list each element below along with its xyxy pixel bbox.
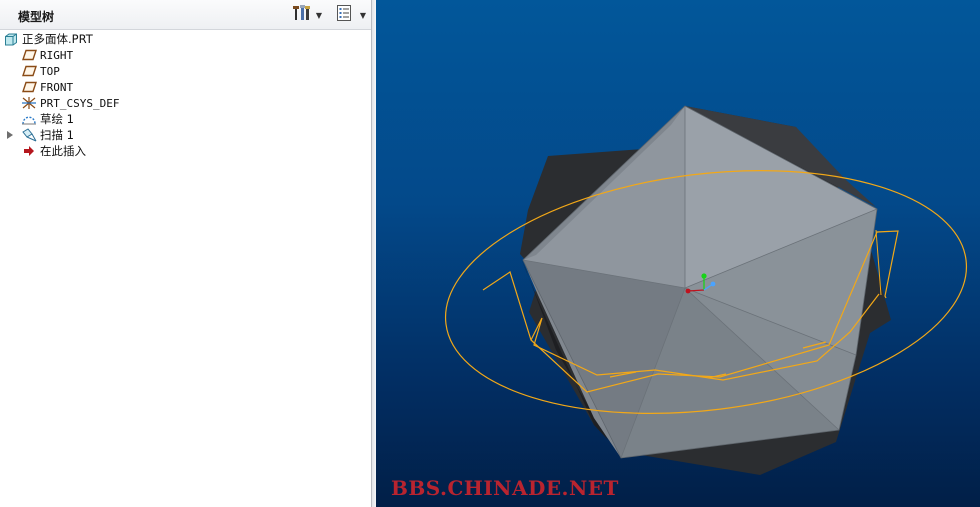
tree-item-insert-here[interactable]: 在此插入	[0, 143, 371, 159]
settings-button[interactable]	[290, 5, 312, 25]
tree-item-sketch[interactable]: 草绘 1	[0, 111, 371, 127]
tree-item-label: 草绘 1	[40, 112, 74, 126]
tree-item-top-plane[interactable]: TOP	[0, 63, 371, 79]
tree-item-label: FRONT	[40, 80, 74, 94]
tree-item-label: TOP	[40, 64, 60, 78]
datum-plane-icon	[21, 48, 37, 62]
tree-item-label: RIGHT	[40, 48, 74, 62]
show-list-icon	[335, 4, 353, 26]
coordinate-system-icon	[21, 96, 37, 110]
datum-plane-icon	[21, 64, 37, 78]
tree-item-label: 在此插入	[40, 144, 86, 158]
sweep-icon	[21, 128, 37, 142]
part-icon	[3, 32, 19, 46]
settings-tools-icon	[291, 4, 311, 26]
tree-item-right-plane[interactable]: RIGHT	[0, 47, 371, 63]
chevron-down-icon: ▼	[315, 10, 323, 20]
tree-item-csys[interactable]: PRT_CSYS_DEF	[0, 95, 371, 111]
show-button[interactable]	[333, 5, 355, 25]
tree-item-sweep[interactable]: 扫描 1	[0, 127, 371, 143]
model-tree-title: 模型树	[18, 10, 55, 24]
watermark: BBS.CHINADE.NET	[391, 476, 619, 500]
model-tree: 正多面体.PRT RIGHT TOP FRONT PRT_CSYS_DEF 草绘…	[0, 31, 371, 159]
model-tree-header: 模型树 ▼ ▼	[0, 0, 371, 30]
expand-arrow-icon[interactable]	[6, 130, 14, 140]
model-tree-panel: 模型树 ▼ ▼ 正多面体.PRT RIGHT TOP FRONT PRT_CSY…	[0, 0, 372, 507]
model-scene	[444, 105, 968, 475]
show-dropdown-button[interactable]: ▼	[358, 5, 368, 25]
sketch-icon	[21, 112, 37, 126]
tree-item-label: PRT_CSYS_DEF	[40, 96, 120, 110]
polyhedron-solid	[520, 105, 891, 475]
insert-here-arrow-icon	[21, 144, 37, 158]
tree-item-label: 正多面体.PRT	[22, 32, 93, 46]
settings-dropdown-button[interactable]: ▼	[314, 5, 324, 25]
chevron-down-icon: ▼	[359, 10, 367, 20]
tree-item-front-plane[interactable]: FRONT	[0, 79, 371, 95]
datum-plane-icon	[21, 80, 37, 94]
tree-item-root-part[interactable]: 正多面体.PRT	[0, 31, 371, 47]
graphics-viewport[interactable]: BBS.CHINADE.NET	[376, 0, 980, 507]
tree-item-label: 扫描 1	[40, 128, 74, 142]
